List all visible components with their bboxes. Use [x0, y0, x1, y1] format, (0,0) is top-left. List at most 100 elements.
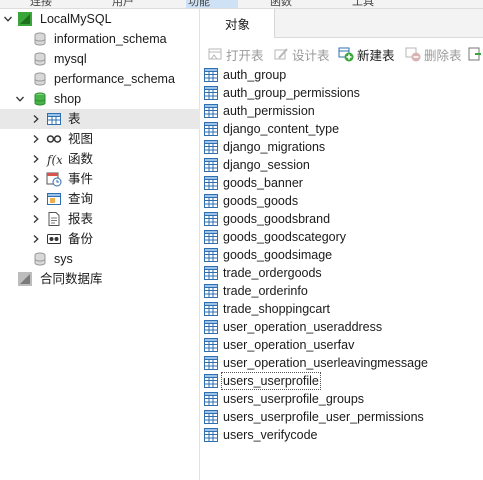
table-name: auth_group [223, 68, 287, 82]
tab-objects-label: 对象 [224, 18, 250, 32]
tab-bar: 对象 [201, 9, 483, 38]
database-icon [32, 51, 48, 67]
table-item[interactable]: django_content_type [203, 120, 340, 138]
tree-node-label: 合同数据库 [40, 272, 103, 286]
tree-node-shop-reports[interactable]: 报表 [0, 209, 200, 229]
tree-node-db-sys[interactable]: sys [0, 249, 200, 269]
tree-node-shop-tables[interactable]: 表 [0, 109, 200, 129]
table-icon [203, 175, 219, 191]
tree-node-db-information-schema[interactable]: information_schema [0, 29, 200, 49]
chevron-right-icon[interactable] [30, 213, 42, 225]
chevron-right-icon[interactable] [30, 233, 42, 245]
open-table-icon [208, 48, 222, 60]
chevron-right-icon[interactable] [30, 173, 42, 185]
tree-node-merged-db[interactable]: 合同数据库 [0, 269, 200, 289]
tables-icon [46, 111, 62, 127]
svg-text:f(x): f(x) [46, 153, 62, 167]
tree-node-conn[interactable]: LocalMySQL [0, 9, 200, 29]
chevron-down-icon[interactable] [2, 13, 14, 25]
backup-icon [46, 231, 62, 247]
tree-node-label: 表 [68, 112, 81, 126]
table-item[interactable]: auth_group [203, 66, 287, 84]
chevron-right-icon[interactable] [30, 133, 42, 145]
table-item[interactable]: users_userprofile_groups [203, 390, 365, 408]
tree-node-label: 报表 [68, 212, 94, 226]
new-table-button[interactable]: 新建表 [338, 45, 395, 63]
menu-item-3[interactable]: 函数 [270, 0, 292, 8]
table-icon [203, 211, 219, 227]
table-item[interactable]: trade_shoppingcart [203, 300, 331, 318]
table-item[interactable]: django_migrations [203, 138, 326, 156]
table-icon [203, 121, 219, 137]
tree-node-label: sys [54, 252, 73, 266]
table-name: auth_group_permissions [223, 86, 360, 100]
table-icon [203, 319, 219, 335]
table-name: goods_goodsimage [223, 248, 333, 262]
table-name: trade_shoppingcart [223, 302, 331, 316]
table-name: django_session [223, 158, 310, 172]
chevron-right-icon[interactable] [30, 113, 42, 125]
table-item[interactable]: user_operation_useraddress [203, 318, 383, 336]
navigation-tree: LocalMySQL information_schemamysql perform… [0, 9, 200, 480]
tree-node-db-performance-schema[interactable]: performance_schema [0, 69, 200, 89]
table-icon [203, 85, 219, 101]
tree-node-label: 函数 [68, 152, 94, 166]
menu-item-4[interactable]: 工具 [352, 0, 374, 8]
tree-node-label: shop [54, 92, 82, 106]
merged-database-icon [17, 271, 33, 287]
import-wizard-button[interactable] [467, 45, 483, 63]
table-icon [203, 247, 219, 263]
table-item[interactable]: trade_ordergoods [203, 264, 323, 282]
tree-node-shop-views[interactable]: 视图 [0, 129, 200, 149]
menu-item-2[interactable]: 功能 [188, 0, 210, 8]
chevron-right-icon[interactable] [30, 193, 42, 205]
table-item[interactable]: auth_permission [203, 102, 316, 120]
mysql-connection-icon [17, 11, 33, 27]
menu-item-1[interactable]: 用户 [112, 0, 134, 8]
table-item[interactable]: users_verifycode [203, 426, 319, 444]
table-list: auth_group auth_group_permissions auth_per… [201, 66, 483, 480]
chevron-down-icon[interactable] [14, 93, 26, 105]
table-item[interactable]: user_operation_userfav [203, 336, 355, 354]
table-icon [203, 373, 219, 389]
tree-node-shop-queries[interactable]: 查询 [0, 189, 200, 209]
tab-objects[interactable]: 对象 [201, 9, 275, 38]
event-icon [46, 171, 62, 187]
tree-node-db-mysql[interactable]: mysql [0, 49, 200, 69]
database-icon [32, 251, 48, 267]
tree-node-shop-backups[interactable]: 备份 [0, 229, 200, 249]
table-icon [203, 391, 219, 407]
table-item[interactable]: auth_group_permissions [203, 84, 361, 102]
table-name: auth_permission [223, 104, 315, 118]
open-table-button[interactable]: 打开表 [207, 45, 264, 63]
chevron-right-icon[interactable] [30, 153, 42, 165]
design-table-icon [274, 48, 288, 60]
table-item[interactable]: goods_goods [203, 192, 299, 210]
table-item[interactable]: users_userprofile_user_permissions [203, 408, 425, 426]
table-item[interactable]: trade_orderinfo [203, 282, 309, 300]
table-item[interactable]: users_userprofile [203, 372, 321, 390]
tree-node-shop-events[interactable]: 事件 [0, 169, 200, 189]
design-table-button[interactable]: 设计表 [273, 45, 330, 63]
table-item[interactable]: goods_goodsbrand [203, 210, 331, 228]
menu-item-0[interactable]: 连接 [30, 0, 52, 8]
table-item[interactable]: goods_goodsimage [203, 246, 333, 264]
table-name: goods_goodscategory [223, 230, 347, 244]
tree-node-label: 备份 [68, 232, 94, 246]
table-item[interactable]: goods_banner [203, 174, 304, 192]
new-table-icon [338, 47, 354, 62]
table-name: trade_ordergoods [223, 266, 322, 280]
table-item[interactable]: goods_goodscategory [203, 228, 347, 246]
table-icon [203, 139, 219, 155]
tree-node-shop-functions[interactable]: f(x) 函数 [0, 149, 200, 169]
table-name: users_userprofile [221, 372, 321, 390]
table-item[interactable]: user_operation_userleavingmessage [203, 354, 429, 372]
design-table-label: 设计表 [292, 48, 330, 63]
tree-node-label: mysql [54, 52, 87, 66]
table-name: user_operation_userleavingmessage [223, 356, 428, 370]
table-icon [203, 283, 219, 299]
delete-table-button[interactable]: 删除表 [405, 45, 462, 63]
table-item[interactable]: django_session [203, 156, 311, 174]
views-icon [46, 131, 62, 147]
tree-node-db-shop[interactable]: shop [0, 89, 200, 109]
